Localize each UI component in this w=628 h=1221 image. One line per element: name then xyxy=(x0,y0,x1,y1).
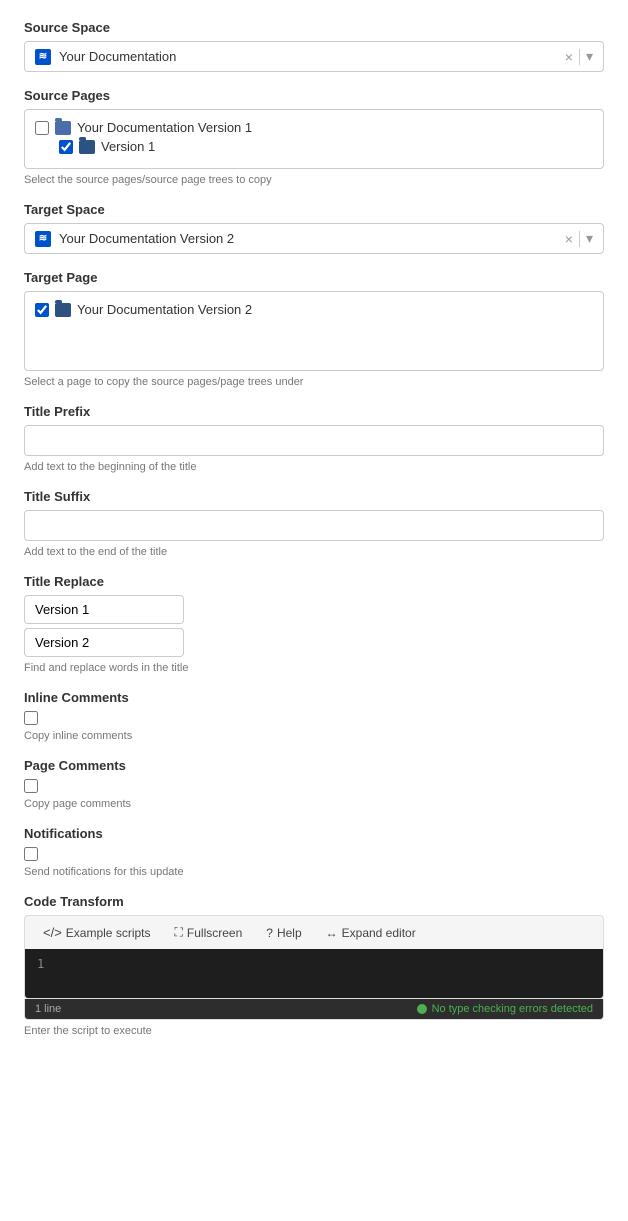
target-page-label: Target Page xyxy=(24,270,604,285)
notifications-checkbox[interactable] xyxy=(24,847,38,861)
source-space-value: Your Documentation xyxy=(59,49,176,64)
title-suffix-label: Title Suffix xyxy=(24,489,604,504)
source-pages-section: Source Pages Your Documentation Version … xyxy=(24,88,604,186)
source-pages-label: Source Pages xyxy=(24,88,604,103)
code-transform-section: Code Transform </> Example scripts ⛶ Ful… xyxy=(24,894,604,1037)
source-space-clear-btn[interactable]: × xyxy=(565,49,573,65)
page-comments-label: Page Comments xyxy=(24,758,604,773)
inline-comments-hint: Copy inline comments xyxy=(24,730,604,742)
status-lines: 1 line xyxy=(35,1003,61,1015)
title-suffix-input[interactable] xyxy=(24,510,604,541)
title-suffix-section: Title Suffix Add text to the end of the … xyxy=(24,489,604,558)
expand-icon: ↔ xyxy=(326,926,338,940)
code-status-bar: 1 line No type checking errors detected xyxy=(24,999,604,1020)
expand-editor-btn[interactable]: ↔ Expand editor xyxy=(316,921,426,945)
inline-comments-row xyxy=(24,711,604,725)
target-page-item-1[interactable]: Your Documentation Version 2 xyxy=(35,300,593,319)
notifications-row xyxy=(24,847,604,861)
target-space-actions: × ▾ xyxy=(565,230,593,247)
title-prefix-input[interactable] xyxy=(24,425,604,456)
divider xyxy=(579,49,580,65)
title-replace-find-input[interactable] xyxy=(24,595,184,624)
divider-target xyxy=(579,231,580,247)
inline-comments-label: Inline Comments xyxy=(24,690,604,705)
page-comments-section: Page Comments Copy page comments xyxy=(24,758,604,810)
code-content[interactable] xyxy=(56,957,603,990)
source-page-checkbox-1[interactable] xyxy=(35,121,49,135)
title-replace-replace-input[interactable] xyxy=(24,628,184,657)
example-scripts-label: Example scripts xyxy=(66,926,151,940)
fullscreen-icon: ⛶ xyxy=(175,925,183,940)
code-transform-hint: Enter the script to execute xyxy=(24,1025,604,1037)
title-replace-label: Title Replace xyxy=(24,574,604,589)
title-suffix-hint: Add text to the end of the title xyxy=(24,546,604,558)
target-space-label: Target Space xyxy=(24,202,604,217)
target-space-chevron[interactable]: ▾ xyxy=(586,230,593,247)
source-pages-hint: Select the source pages/source page tree… xyxy=(24,174,604,186)
folder-icon-1 xyxy=(55,121,71,135)
conf-icon-target: ≋ xyxy=(35,231,51,247)
target-folder-icon xyxy=(55,303,71,317)
target-space-section: Target Space ≋ Your Documentation Versio… xyxy=(24,202,604,254)
target-page-text-1[interactable]: Your Documentation Version 2 xyxy=(77,302,252,317)
example-scripts-btn[interactable]: </> Example scripts xyxy=(33,920,161,945)
code-icon: </> xyxy=(43,925,62,940)
source-space-left: ≋ Your Documentation xyxy=(35,49,176,65)
page-comments-checkbox[interactable] xyxy=(24,779,38,793)
status-ok: No type checking errors detected xyxy=(417,1003,593,1015)
title-replace-inputs xyxy=(24,595,604,657)
status-message: No type checking errors detected xyxy=(432,1003,593,1015)
target-page-checkbox-1[interactable] xyxy=(35,303,49,317)
target-space-value: Your Documentation Version 2 xyxy=(59,231,234,246)
target-space-dropdown[interactable]: ≋ Your Documentation Version 2 × ▾ xyxy=(24,223,604,254)
inline-comments-section: Inline Comments Copy inline comments xyxy=(24,690,604,742)
source-space-dropdown[interactable]: ≋ Your Documentation × ▾ xyxy=(24,41,604,72)
title-replace-section: Title Replace Find and replace words in … xyxy=(24,574,604,674)
fullscreen-label: Fullscreen xyxy=(187,926,242,940)
target-space-left: ≋ Your Documentation Version 2 xyxy=(35,231,234,247)
page-comments-hint: Copy page comments xyxy=(24,798,604,810)
line-number: 1 xyxy=(25,957,56,990)
source-page-item-2[interactable]: Version 1 xyxy=(59,137,593,156)
title-replace-hint: Find and replace words in the title xyxy=(24,662,604,674)
inline-comments-checkbox[interactable] xyxy=(24,711,38,725)
fullscreen-btn[interactable]: ⛶ Fullscreen xyxy=(165,920,253,945)
source-page-item-1[interactable]: Your Documentation Version 1 xyxy=(35,118,593,137)
source-space-section: Source Space ≋ Your Documentation × ▾ xyxy=(24,20,604,72)
code-toolbar: </> Example scripts ⛶ Fullscreen ? Help … xyxy=(24,915,604,949)
code-transform-label: Code Transform xyxy=(24,894,604,909)
expand-editor-label: Expand editor xyxy=(342,926,416,940)
notifications-hint: Send notifications for this update xyxy=(24,866,604,878)
source-page-text-2[interactable]: Version 1 xyxy=(101,139,155,154)
source-page-text-1[interactable]: Your Documentation Version 1 xyxy=(77,120,252,135)
notifications-section: Notifications Send notifications for thi… xyxy=(24,826,604,878)
status-dot xyxy=(417,1004,427,1014)
title-prefix-section: Title Prefix Add text to the beginning o… xyxy=(24,404,604,473)
source-pages-box: Your Documentation Version 1 Version 1 xyxy=(24,109,604,169)
title-prefix-label: Title Prefix xyxy=(24,404,604,419)
target-page-box: Your Documentation Version 2 xyxy=(24,291,604,371)
notifications-label: Notifications xyxy=(24,826,604,841)
help-label: Help xyxy=(277,926,302,940)
source-page-checkbox-2[interactable] xyxy=(59,140,73,154)
target-page-section: Target Page Your Documentation Version 2… xyxy=(24,270,604,388)
folder-icon-2 xyxy=(79,140,95,154)
help-icon: ? xyxy=(266,926,273,940)
help-btn[interactable]: ? Help xyxy=(256,921,311,945)
confluence-icon: ≋ xyxy=(35,49,51,65)
code-editor[interactable]: 1 xyxy=(24,949,604,999)
source-space-actions: × ▾ xyxy=(565,48,593,65)
page-comments-row xyxy=(24,779,604,793)
target-space-clear-btn[interactable]: × xyxy=(565,231,573,247)
source-space-label: Source Space xyxy=(24,20,604,35)
target-page-hint: Select a page to copy the source pages/p… xyxy=(24,376,604,388)
source-space-chevron[interactable]: ▾ xyxy=(586,48,593,65)
title-prefix-hint: Add text to the beginning of the title xyxy=(24,461,604,473)
